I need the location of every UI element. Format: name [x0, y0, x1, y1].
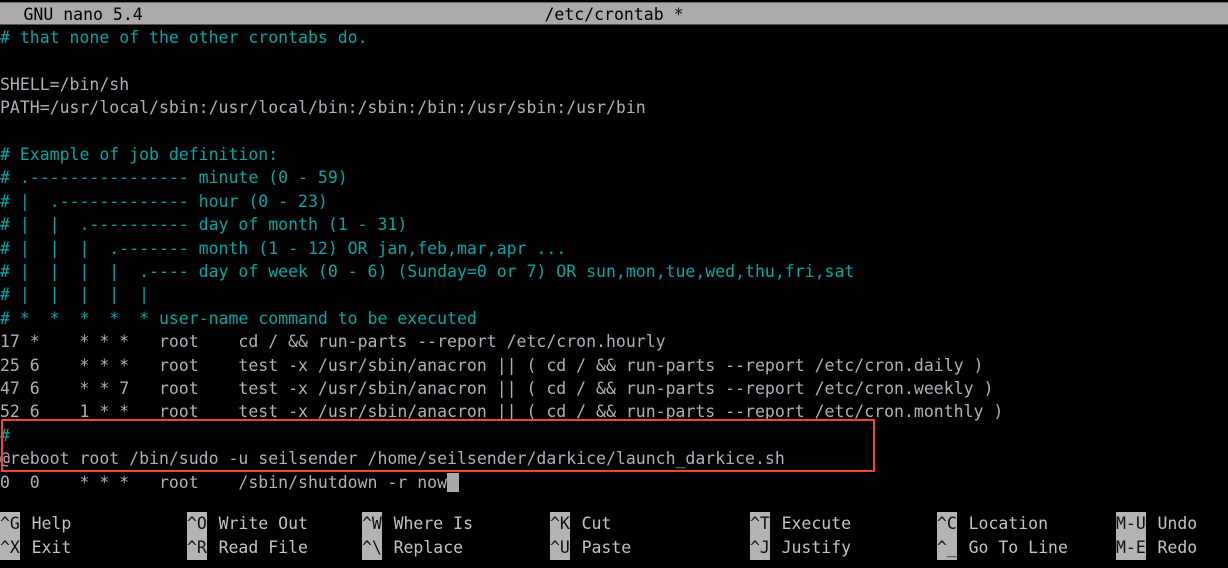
- shortcut-key: ^J: [750, 536, 770, 560]
- shortcut-help[interactable]: ^G Help: [0, 512, 71, 536]
- shortcut-row-2: ^X Exit ^R Read File ^\ Replace ^U Paste ^J Justi…: [0, 536, 1228, 560]
- editor-line: PATH=/usr/local/sbin:/usr/local/bin:/sbi…: [0, 96, 646, 119]
- title-bar: GNU nano 5.4 /etc/crontab *: [0, 2, 1228, 25]
- editor-line: # | | | | .---- day of week (0 - 6) (Sun…: [0, 260, 854, 283]
- editor-line-text: SHELL=/bin/sh: [0, 74, 130, 94]
- editor-line-text: 52 6 1 * * root test -x /usr/sbin/anacro…: [0, 402, 1004, 422]
- shortcut-label: Exit: [31, 538, 72, 557]
- shortcut-label: Where Is: [393, 514, 474, 533]
- shortcut-justify[interactable]: ^J Justify: [750, 536, 851, 560]
- shortcut-key: M-E: [1116, 536, 1146, 560]
- shortcut-replace[interactable]: ^\ Replace: [362, 536, 463, 560]
- shortcut-undo[interactable]: M-U Undo: [1116, 512, 1197, 536]
- editor-line-text: # that none of the other crontabs do.: [0, 28, 368, 47]
- shortcut-cut[interactable]: ^K Cut: [550, 512, 611, 536]
- nano-editor-window: GNU nano 5.4 /etc/crontab * # that none …: [0, 0, 1228, 568]
- editor-line-text: 25 6 * * * root test -x /usr/sbin/anacro…: [0, 355, 984, 375]
- editor-line-text: #: [0, 425, 10, 445]
- shortcut-label: Go To Line: [968, 538, 1068, 557]
- shortcut-bar: ^G Help ^O Write Out ^W Where Is ^K Cut ^T Execut…: [0, 510, 1228, 562]
- editor-line: # Example of job definition:: [0, 143, 278, 166]
- editor-line-text: # * * * * * user-name command to be exec…: [0, 308, 477, 328]
- shortcut-label: Justify: [781, 538, 852, 557]
- shortcut-key: ^U: [550, 536, 570, 560]
- shortcut-exit[interactable]: ^X Exit: [0, 536, 71, 560]
- shortcut-paste[interactable]: ^U Paste: [550, 536, 631, 560]
- open-file-title: /etc/crontab *: [544, 5, 684, 24]
- editor-line-text: # | | .---------- day of month (1 - 31): [0, 215, 408, 235]
- shortcut-label: Redo: [1157, 538, 1198, 557]
- shortcut-key: ^C: [937, 512, 957, 536]
- shortcut-execute[interactable]: ^T Execute: [750, 512, 851, 536]
- shortcut-key: ^X: [0, 536, 20, 560]
- editor-line-text: # | | | | |: [0, 285, 150, 305]
- editor-line: 47 6 * * 7 root test -x /usr/sbin/anacro…: [0, 377, 993, 400]
- editor-line-text: 47 6 * * 7 root test -x /usr/sbin/anacro…: [0, 379, 994, 398]
- shortcut-key: ^W: [362, 512, 382, 536]
- editor-line: SHELL=/bin/sh: [0, 73, 129, 96]
- shortcut-row-1: ^G Help ^O Write Out ^W Where Is ^K Cut ^T Execut…: [0, 512, 1228, 536]
- editor-line: 17 * * * * root cd / && run-parts --repo…: [0, 330, 666, 353]
- shortcut-where-is[interactable]: ^W Where Is: [362, 512, 473, 536]
- editor-line: # | | .---------- day of month (1 - 31): [0, 213, 407, 236]
- editor-line-text: # | | | .------- month (1 - 12) OR jan,f…: [0, 238, 567, 258]
- shortcut-key: ^K: [550, 512, 570, 536]
- shortcut-key: ^\: [362, 536, 382, 560]
- editor-line-text: 0 0 * * * root /sbin/shutdown -r now: [0, 472, 448, 492]
- shortcut-label: Write Out: [218, 514, 308, 533]
- editor-line: # .---------------- minute (0 - 59): [0, 166, 348, 189]
- shortcut-key: ^T: [750, 512, 770, 536]
- editor-line: 25 6 * * * root test -x /usr/sbin/anacro…: [0, 354, 983, 377]
- shortcut-key: ^_: [937, 536, 957, 560]
- editor-line: #: [0, 424, 10, 447]
- editor-line-text: 17 * * * * root cd / && run-parts --repo…: [0, 332, 666, 352]
- editor-line-text: # | .------------- hour (0 - 23): [0, 191, 328, 211]
- shortcut-go-to-line[interactable]: ^_ Go To Line: [937, 536, 1068, 560]
- editor-line: # | | | .------- month (1 - 12) OR jan,f…: [0, 237, 566, 260]
- shortcut-label: Paste: [581, 538, 632, 557]
- editor-line: # * * * * * user-name command to be exec…: [0, 307, 477, 330]
- editor-text-area[interactable]: # that none of the other crontabs do. SHE…: [0, 26, 1228, 502]
- shortcut-redo[interactable]: M-E Redo: [1116, 536, 1197, 560]
- editor-line-text: # Example of job definition:: [0, 145, 279, 164]
- shortcut-read-file[interactable]: ^R Read File: [187, 536, 308, 560]
- editor-line: 0 0 * * * root /sbin/shutdown -r now: [0, 471, 459, 494]
- editor-line: # that none of the other crontabs do.: [0, 26, 368, 49]
- shortcut-label: Read File: [218, 538, 308, 557]
- shortcut-key: ^R: [187, 536, 207, 560]
- editor-line: # | .------------- hour (0 - 23): [0, 190, 328, 213]
- shortcut-label: Help: [31, 514, 72, 533]
- shortcut-key: ^G: [0, 512, 20, 536]
- text-cursor: [447, 472, 459, 492]
- editor-line-text: # | | | | .---- day of week (0 - 6) (Sun…: [0, 262, 855, 281]
- shortcut-key: ^O: [187, 512, 207, 536]
- shortcut-key: M-U: [1116, 512, 1146, 536]
- shortcut-label: Location: [968, 514, 1049, 533]
- shortcut-write-out[interactable]: ^O Write Out: [187, 512, 308, 536]
- shortcut-label: Undo: [1157, 514, 1198, 533]
- editor-line-text: @reboot root /bin/sudo -u seilsender /ho…: [0, 449, 785, 469]
- shortcut-label: Execute: [781, 514, 852, 533]
- editor-line-text: # .---------------- minute (0 - 59): [0, 168, 348, 188]
- shortcut-label: Replace: [393, 538, 464, 557]
- editor-line: @reboot root /bin/sudo -u seilsender /ho…: [0, 447, 785, 470]
- shortcut-label: Cut: [581, 514, 612, 533]
- shortcut-location[interactable]: ^C Location: [937, 512, 1048, 536]
- editor-line: 52 6 1 * * root test -x /usr/sbin/anacro…: [0, 400, 1003, 423]
- editor-line: # | | | | |: [0, 283, 149, 306]
- editor-line-text: PATH=/usr/local/sbin:/usr/local/bin:/sbi…: [0, 98, 646, 118]
